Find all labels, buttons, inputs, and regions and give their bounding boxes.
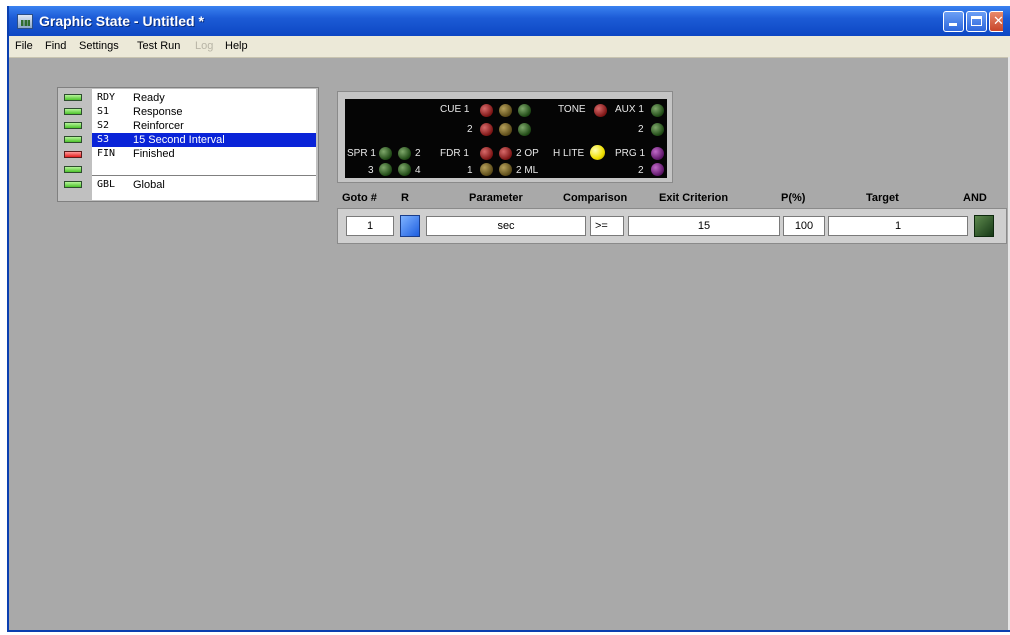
- state-led-blank: [64, 166, 82, 173]
- state-row-gbl[interactable]: GBL Global: [92, 178, 316, 192]
- close-button[interactable]: [989, 11, 1003, 32]
- spr2-lamp: [398, 147, 411, 160]
- prg1-lamp: [651, 147, 664, 160]
- label-prg2: 2: [638, 165, 644, 176]
- menu-settings[interactable]: Settings: [79, 40, 119, 52]
- maximize-button[interactable]: [966, 11, 987, 32]
- spr1-lamp: [379, 147, 392, 160]
- state-led-s3: [64, 136, 82, 143]
- aux1-lamp: [651, 104, 664, 117]
- op2-lamp: [499, 147, 512, 160]
- state-led-s1: [64, 108, 82, 115]
- state-row-s2[interactable]: S2 Reinforcer: [92, 119, 316, 133]
- header-target: Target: [866, 192, 899, 204]
- tone-lamp: [594, 104, 607, 117]
- header-exit-criterion: Exit Criterion: [659, 192, 729, 204]
- state-list-divider: [92, 175, 316, 176]
- state-led-fin: [64, 151, 82, 158]
- io-indicator-panel: CUE 1 2 TONE AUX 1 2 SPR 1 2 3 4 FDR 1 2…: [337, 91, 673, 183]
- header-and: AND: [963, 192, 987, 204]
- menu-test-run[interactable]: Test Run: [137, 40, 180, 52]
- label-spr2: 2: [415, 148, 421, 159]
- cue2-green-lamp: [518, 123, 531, 136]
- label-fdr1: FDR 1: [440, 148, 469, 159]
- label-spr4: 4: [415, 165, 421, 176]
- label-tone: TONE: [558, 104, 586, 115]
- label-hlite: H LITE: [553, 148, 585, 159]
- minimize-button[interactable]: [943, 11, 964, 32]
- window-title: Graphic State - Untitled *: [39, 13, 204, 29]
- label-aux1: AUX 1: [615, 104, 644, 115]
- aux2-lamp: [651, 123, 664, 136]
- cue1-red-lamp: [480, 104, 493, 117]
- fdr1-lamp: [480, 147, 493, 160]
- parameter-field[interactable]: sec: [426, 216, 586, 236]
- spr4-lamp: [398, 163, 411, 176]
- state-led-gbl: [64, 181, 82, 188]
- label-fdr1b: 1: [467, 165, 473, 176]
- io-indicator-display: CUE 1 2 TONE AUX 1 2 SPR 1 2 3 4 FDR 1 2…: [345, 99, 667, 178]
- house-light-lamp: [590, 145, 605, 160]
- state-list[interactable]: RDY Ready S1 Response S2 Reinforcer S3 1…: [92, 89, 316, 200]
- target-field[interactable]: 1: [828, 216, 968, 236]
- label-cue2: 2: [467, 124, 473, 135]
- label-cue1: CUE 1: [440, 104, 470, 115]
- state-led-s2: [64, 122, 82, 129]
- probability-field[interactable]: 100: [783, 216, 825, 236]
- label-op2: 2 OP: [516, 148, 539, 159]
- cue2-red-lamp: [480, 123, 493, 136]
- goto-field[interactable]: 1: [346, 216, 394, 236]
- graphic-state-window: Graphic State - Untitled * File Find Set…: [7, 6, 1010, 632]
- ml1-lamp: [480, 163, 493, 176]
- header-parameter: Parameter: [469, 192, 523, 204]
- state-list-panel: RDY Ready S1 Response S2 Reinforcer S3 1…: [57, 87, 319, 202]
- cue2-olive-lamp: [499, 123, 512, 136]
- cue1-olive-lamp: [499, 104, 512, 117]
- label-spr1: SPR 1: [347, 148, 376, 159]
- label-ml2: 2 ML: [516, 165, 539, 176]
- state-row-fin[interactable]: FIN Finished: [92, 147, 316, 161]
- transition-row: 1 sec >= 15 100 1: [337, 208, 1007, 244]
- label-prg1: PRG 1: [615, 148, 646, 159]
- state-row-s1[interactable]: S1 Response: [92, 105, 316, 119]
- spr3-lamp: [379, 163, 392, 176]
- menu-bar: File Find Settings Test Run Log Help: [9, 36, 1010, 58]
- cue1-green-lamp: [518, 104, 531, 117]
- header-comparison: Comparison: [563, 192, 628, 204]
- ml2-lamp: [499, 163, 512, 176]
- label-aux2: 2: [638, 124, 644, 135]
- menu-find[interactable]: Find: [45, 40, 66, 52]
- app-icon[interactable]: [17, 14, 33, 29]
- exit-criterion-field[interactable]: 15: [628, 216, 780, 236]
- and-toggle-button[interactable]: [974, 215, 994, 237]
- state-row-s3[interactable]: S3 15 Second Interval: [92, 133, 316, 147]
- menu-help[interactable]: Help: [225, 40, 248, 52]
- prg2-lamp: [651, 163, 664, 176]
- title-bar[interactable]: Graphic State - Untitled *: [9, 6, 1010, 36]
- r-toggle-button[interactable]: [400, 215, 420, 237]
- header-goto: Goto #: [342, 192, 377, 204]
- menu-log: Log: [195, 40, 214, 52]
- menu-file[interactable]: File: [15, 40, 33, 52]
- state-row-rdy[interactable]: RDY Ready: [92, 91, 316, 105]
- label-spr3: 3: [368, 165, 374, 176]
- comparison-field[interactable]: >=: [590, 216, 624, 236]
- header-probability: P(%): [781, 192, 806, 204]
- header-r: R: [401, 192, 409, 204]
- state-led-rdy: [64, 94, 82, 101]
